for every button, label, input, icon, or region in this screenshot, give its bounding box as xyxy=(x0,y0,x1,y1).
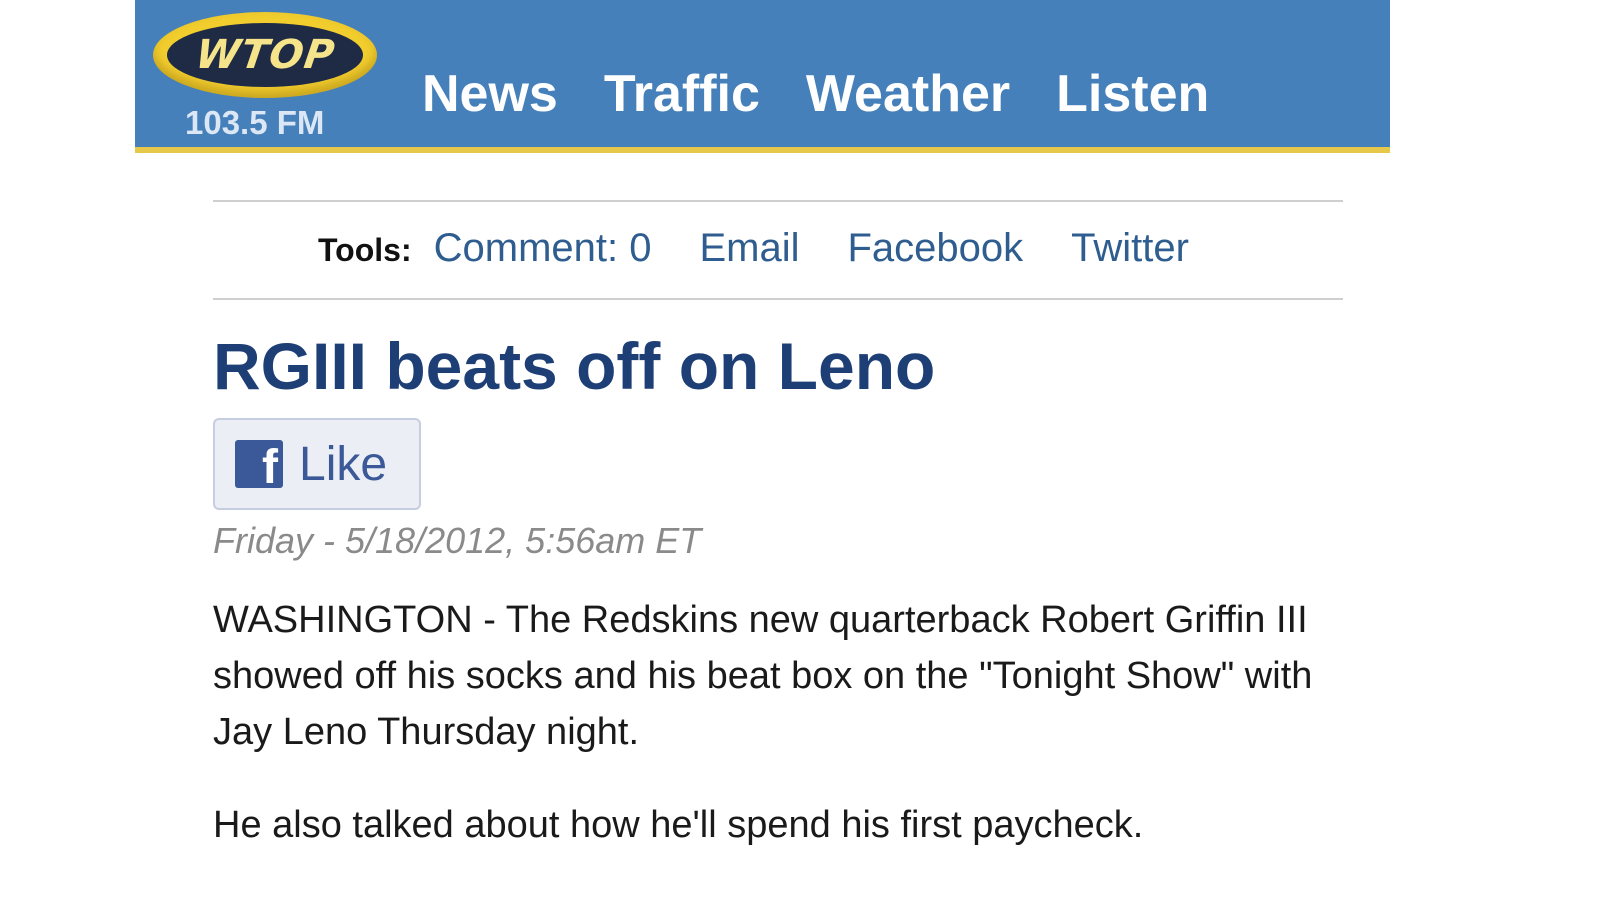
article-dateline: Friday - 5/18/2012, 5:56am ET xyxy=(213,520,702,561)
logo-inner: WTOP xyxy=(167,23,363,87)
article-paragraph: He also talked about how he'll spend his… xyxy=(213,804,1144,846)
tools-label: Tools: xyxy=(318,232,412,268)
wtop-logo[interactable]: WTOP 103.5 FM xyxy=(153,12,379,142)
main-nav: News Traffic Weather Listen xyxy=(422,68,1209,120)
tools-bar: Tools: Comment: 0 Email Facebook Twitter xyxy=(318,226,1237,271)
article-headline: RGIII beats off on Leno xyxy=(213,329,936,403)
nav-listen[interactable]: Listen xyxy=(1056,68,1209,120)
comment-link[interactable]: Comment: 0 xyxy=(434,226,652,271)
twitter-link[interactable]: Twitter xyxy=(1071,226,1189,271)
logo-text: WTOP xyxy=(192,32,338,78)
email-link[interactable]: Email xyxy=(699,226,799,271)
facebook-icon: f xyxy=(235,440,283,488)
tools-divider-bottom xyxy=(213,298,1343,300)
logo-frequency: 103.5 FM xyxy=(185,104,325,141)
page: WTOP 103.5 FM News Traffic Weather Liste… xyxy=(0,0,1600,900)
logo-oval: WTOP xyxy=(153,12,377,98)
article-paragraph: WASHINGTON - The Redskins new quarterbac… xyxy=(213,599,1313,753)
nav-news[interactable]: News xyxy=(422,68,558,120)
site-header: WTOP 103.5 FM News Traffic Weather Liste… xyxy=(135,0,1390,153)
tools-divider-top xyxy=(213,200,1343,202)
nav-weather[interactable]: Weather xyxy=(806,68,1010,120)
facebook-link[interactable]: Facebook xyxy=(848,226,1024,271)
like-label: Like xyxy=(299,437,388,491)
nav-traffic[interactable]: Traffic xyxy=(604,68,760,120)
facebook-like-button[interactable]: f Like xyxy=(213,418,421,510)
